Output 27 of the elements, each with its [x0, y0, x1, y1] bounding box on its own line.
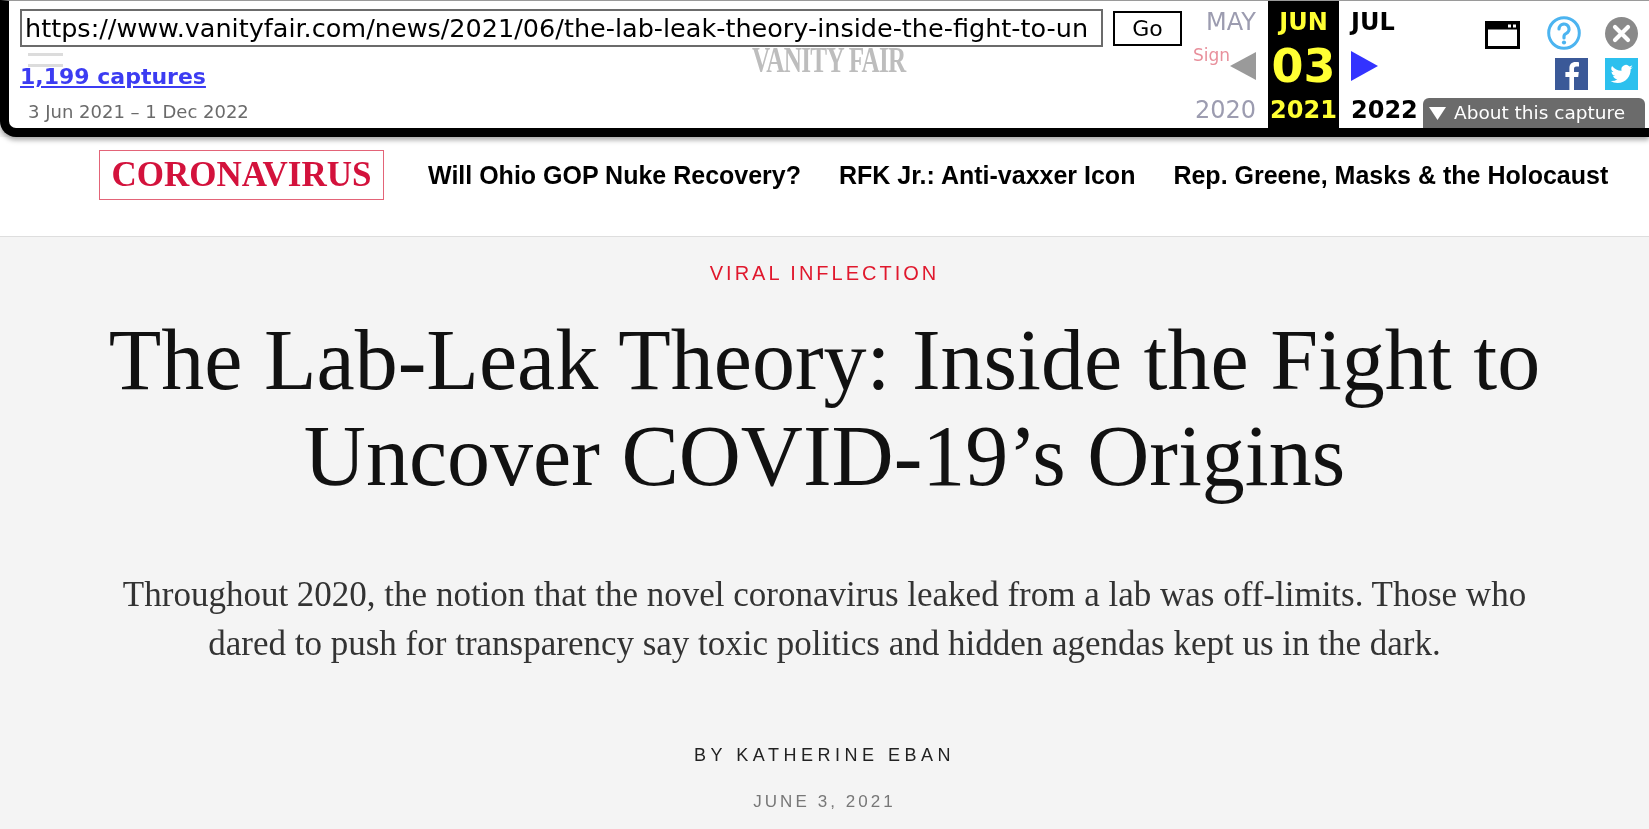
category-label[interactable]: VIRAL INFLECTION [709, 261, 940, 285]
help-icon[interactable] [1547, 16, 1581, 50]
day-label: 03 [1271, 40, 1336, 92]
nav-link[interactable]: Will Ohio GOP Nuke Recovery? [428, 159, 802, 190]
right-arrow-icon[interactable] [1351, 51, 1378, 81]
go-button[interactable]: Go [1113, 11, 1182, 46]
month-label[interactable]: JUL [1351, 8, 1395, 36]
capture-date-range: 3 Jun 2021 – 1 Dec 2022 [28, 102, 249, 122]
headline: The Lab-Leak Theory: Inside the Fight to Uncover COVID-19’s Origins [107, 312, 1542, 504]
facebook-icon[interactable] [1555, 58, 1588, 90]
url-field[interactable]: https://www.vanityfair.com/news/2021/06/the-lab-leak-theory-inside-the-fight-to-un [20, 9, 1103, 47]
selected-date-column[interactable]: JUN 03 2021 [1268, 1, 1339, 128]
article-summary: Throughout 2020, the notion that the novel coronavirus leaked from a lab was off-limits. Those who dared to push for transparency say toxic politics and hidden agendas kept us in the dark. [121, 574, 1528, 665]
byline: BY KATHERINE EBAN [694, 744, 955, 767]
about-capture-button[interactable]: About this capture [1423, 98, 1645, 128]
month-label: JUN [1279, 8, 1328, 36]
captures-link[interactable]: 1,199 captures [20, 64, 206, 90]
year-label[interactable]: 2022 [1351, 96, 1418, 124]
nav-link[interactable]: RFK Jr.: Anti-vaxxer Icon [839, 159, 1136, 190]
close-icon[interactable] [1605, 16, 1638, 50]
publish-date: JUNE 3, 2021 [753, 791, 896, 813]
twitter-icon[interactable] [1605, 58, 1638, 90]
caret-icon [1429, 106, 1446, 120]
year-label: 2021 [1270, 96, 1337, 124]
nav-link[interactable]: Rep. Greene, Masks & the Holocaust [1173, 159, 1609, 190]
section-label[interactable]: CORONAVIRUS [99, 149, 384, 200]
window-icon[interactable] [1485, 21, 1520, 49]
